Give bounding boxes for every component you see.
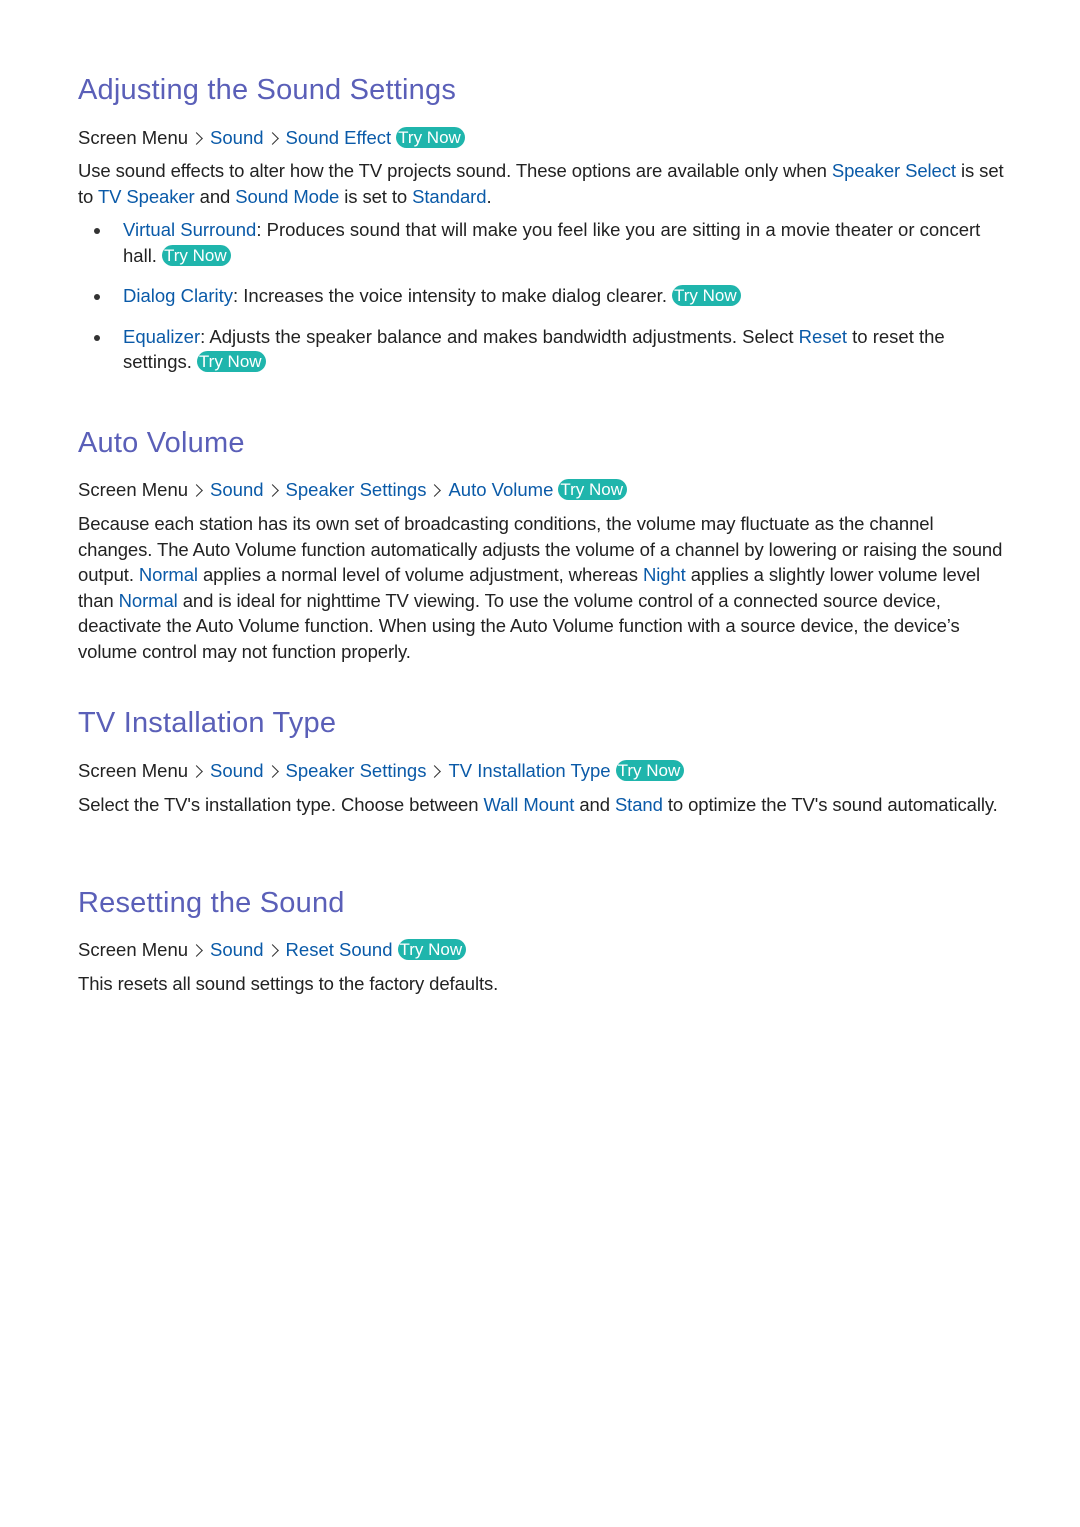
- chevron-right-icon: [190, 131, 203, 145]
- link-stand[interactable]: Stand: [615, 794, 663, 815]
- options-list: Virtual Surround: Produces sound that wi…: [78, 217, 1008, 375]
- chevron-right-icon: [265, 764, 279, 778]
- heading-resetting-the-sound: Resetting the Sound: [78, 887, 345, 919]
- text: This resets all sound settings to the fa…: [78, 973, 499, 994]
- term-equalizer[interactable]: Equalizer: [123, 326, 200, 347]
- breadcrumb: Screen Menu Sound Reset Sound Try Now: [78, 938, 467, 962]
- try-now-button[interactable]: Try Now: [196, 351, 266, 372]
- breadcrumb-item-auto-volume[interactable]: Auto Volume: [448, 479, 553, 500]
- breadcrumb-item-sound[interactable]: Sound: [210, 939, 264, 960]
- text: : Adjusts the speaker balance and makes …: [200, 325, 799, 347]
- reset-sound-paragraph: This resets all sound settings to the fa…: [78, 971, 1008, 997]
- try-now-button[interactable]: Try Now: [396, 127, 465, 148]
- try-now-button[interactable]: Try Now: [397, 939, 467, 960]
- chevron-right-icon: [265, 943, 279, 957]
- breadcrumb: Screen Menu Sound Speaker Settings TV Insta…: [78, 759, 685, 783]
- chevron-right-icon: [428, 764, 442, 778]
- chevron-right-icon: [190, 943, 203, 957]
- chevron-right-icon: [428, 483, 442, 497]
- text: is set to: [339, 185, 413, 207]
- breadcrumb-item-tv-installation-type[interactable]: TV Installation Type: [448, 760, 610, 781]
- chevron-right-icon: [190, 483, 203, 497]
- chevron-right-icon: [265, 483, 279, 497]
- breadcrumb-item-speaker-settings[interactable]: Speaker Settings: [286, 760, 427, 781]
- text: applies a normal level of volume adjustm…: [197, 564, 643, 585]
- breadcrumb-item-reset-sound[interactable]: Reset Sound: [286, 939, 393, 960]
- text: and: [194, 185, 236, 207]
- text: to optimize the TV's sound automatically…: [662, 794, 998, 815]
- list-item-equalizer: Equalizer: Adjusts the speaker balance a…: [78, 324, 1008, 375]
- breadcrumb-item-sound[interactable]: Sound: [210, 760, 264, 781]
- term-virtual-surround[interactable]: Virtual Surround: [123, 219, 256, 240]
- intro-paragraph: Use sound effects to alter how the TV pr…: [78, 158, 1008, 209]
- chevron-right-icon: [265, 131, 279, 145]
- heading-tv-installation-type: TV Installation Type: [78, 707, 337, 739]
- link-night[interactable]: Night: [643, 564, 686, 585]
- breadcrumb: Screen Menu Sound Speaker Settings Auto Vol…: [78, 478, 628, 502]
- breadcrumb-root: Screen Menu: [78, 479, 189, 500]
- text: Use sound effects to alter how the TV pr…: [78, 160, 832, 181]
- chevron-right-icon: [190, 764, 203, 778]
- term-reset[interactable]: Reset: [799, 326, 847, 347]
- text: Select the TV's installation type. Choos…: [78, 794, 484, 815]
- term-dialog-clarity[interactable]: Dialog Clarity: [123, 285, 233, 306]
- list-item-virtual-surround: Virtual Surround: Produces sound that wi…: [78, 217, 1008, 268]
- link-standard[interactable]: Standard: [412, 186, 486, 207]
- try-now-button[interactable]: Try Now: [161, 244, 231, 266]
- breadcrumb-item-sound-effect[interactable]: Sound Effect: [286, 127, 392, 148]
- auto-volume-paragraph: Because each station has its own set of …: [78, 511, 1008, 664]
- try-now-button[interactable]: Try Now: [615, 760, 685, 781]
- bullet-icon: [94, 228, 100, 234]
- heading-adjusting-sound-settings: Adjusting the Sound Settings: [78, 74, 457, 106]
- text: : Increases the voice intensity to make …: [233, 285, 667, 306]
- breadcrumb: Screen Menu Sound Sound Effect Try Now: [78, 126, 465, 150]
- bullet-icon: [94, 294, 100, 300]
- heading-auto-volume: Auto Volume: [78, 427, 245, 459]
- link-normal[interactable]: Normal: [119, 590, 178, 611]
- installation-type-paragraph: Select the TV's installation type. Choos…: [78, 792, 1008, 818]
- try-now-button[interactable]: Try Now: [558, 479, 628, 500]
- text: and is ideal for nighttime TV viewing. T…: [78, 589, 960, 662]
- link-tv-speaker[interactable]: TV Speaker: [98, 186, 195, 207]
- breadcrumb-item-sound[interactable]: Sound: [210, 479, 264, 500]
- text: .: [486, 185, 492, 207]
- link-sound-mode[interactable]: Sound Mode: [235, 186, 339, 207]
- link-wall-mount[interactable]: Wall Mount: [483, 794, 574, 815]
- breadcrumb-item-sound[interactable]: Sound: [210, 127, 264, 148]
- breadcrumb-root: Screen Menu: [78, 939, 189, 960]
- breadcrumb-root: Screen Menu: [78, 127, 189, 148]
- breadcrumb-root: Screen Menu: [78, 760, 189, 781]
- text: and: [574, 794, 615, 815]
- try-now-button[interactable]: Try Now: [671, 285, 741, 306]
- bullet-icon: [94, 334, 100, 341]
- link-normal[interactable]: Normal: [139, 564, 198, 585]
- link-speaker-select[interactable]: Speaker Select: [832, 160, 956, 181]
- breadcrumb-item-speaker-settings[interactable]: Speaker Settings: [286, 479, 427, 500]
- list-item-dialog-clarity: Dialog Clarity: Increases the voice inte…: [78, 283, 1008, 309]
